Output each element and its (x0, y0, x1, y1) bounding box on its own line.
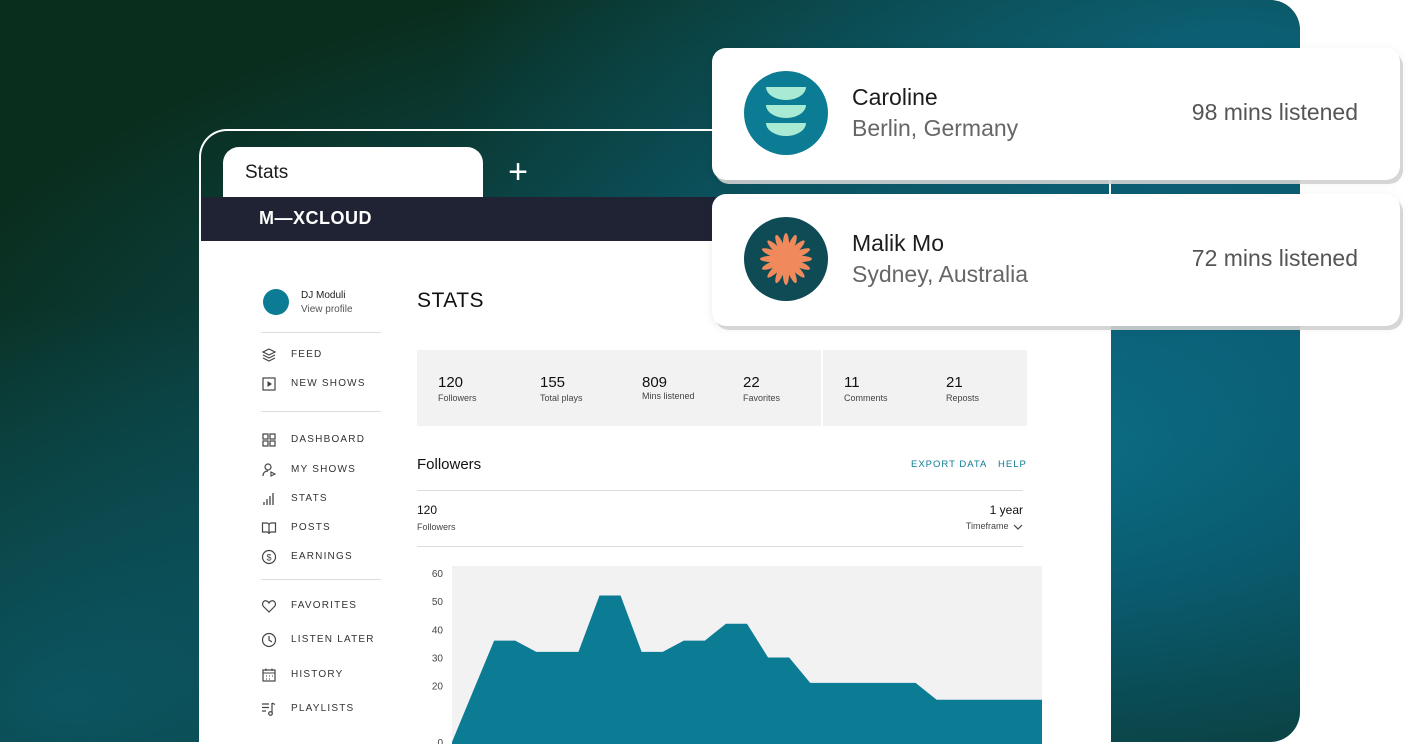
user-play-icon (262, 463, 277, 477)
y-tick-label: 50 (432, 597, 444, 608)
sidebar-item-favorites[interactable]: FAVORITES (261, 598, 391, 614)
new-tab-button[interactable]: + (501, 155, 535, 189)
timeframe-dropdown[interactable]: Timeframe (966, 521, 1023, 531)
sidebar-item-label: POSTS (291, 522, 331, 533)
sidebar-divider (261, 411, 381, 412)
y-tick-label: 60 (432, 569, 444, 580)
sidebar-divider (261, 579, 381, 580)
timeframe-label: Timeframe (965, 521, 1009, 531)
profile-name[interactable]: DJ Moduli (301, 290, 345, 301)
listener-location: Berlin, Germany (852, 115, 1019, 141)
stat-total-plays: 155 Total plays (540, 374, 583, 403)
sidebar-item-posts[interactable]: POSTS (261, 520, 391, 536)
sidebar-item-label: FEED (291, 349, 323, 360)
sidebar-item-label: FAVORITES (291, 600, 358, 611)
dollar-circle-icon: $ (261, 549, 277, 565)
sidebar-item-label: HISTORY (291, 669, 344, 680)
sidebar-item-feed[interactable]: FEED (261, 347, 391, 363)
y-tick-label: 40 (432, 625, 444, 636)
playlist-icon (262, 702, 276, 716)
stat-mins-listened: 809 Mins listened (642, 374, 695, 401)
sidebar-item-label: NEW SHOWS (291, 378, 366, 389)
sidebar-divider (261, 332, 381, 333)
tab-stats[interactable]: Stats (223, 147, 483, 197)
sidebar-item-history[interactable]: HISTORY (261, 667, 391, 683)
sunburst-icon (744, 217, 828, 301)
listener-name: Caroline (852, 84, 938, 110)
followers-area-chart: 60 50 40 30 20 0 (432, 566, 1042, 744)
stat-followers: 120 Followers (438, 374, 477, 403)
sidebar-item-label: MY SHOWS (291, 464, 356, 475)
bar-chart-icon (263, 493, 274, 505)
followers-count-label: Followers (417, 522, 456, 532)
followers-count: 120 (417, 503, 438, 517)
timeframe-value[interactable]: 1 year (990, 503, 1023, 517)
sidebar-item-dashboard[interactable]: DASHBOARD (261, 432, 391, 448)
mixcloud-logo[interactable]: M—XCLOUD (259, 208, 372, 229)
sidebar-item-label: STATS (291, 493, 328, 504)
book-icon (261, 522, 277, 535)
stat-favorites: 22 Favorites (743, 374, 781, 403)
listener-location: Sydney, Australia (852, 261, 1029, 287)
sidebar-item-label: DASHBOARD (291, 434, 366, 445)
svg-text:$: $ (266, 553, 271, 563)
stat-reposts: 21 Reposts (946, 374, 980, 403)
avatar[interactable] (263, 289, 289, 315)
page-title: STATS (417, 289, 485, 312)
section-divider (417, 546, 1023, 547)
chevron-down-icon (1013, 524, 1023, 530)
sidebar-item-playlists[interactable]: PLAYLISTS (261, 701, 391, 717)
help-link[interactable]: HELP (998, 459, 1027, 470)
calendar-icon (262, 668, 276, 682)
sidebar-item-earnings[interactable]: $ EARNINGS (261, 549, 391, 565)
stats-summary: 120 Followers 155 Total plays 809 Mins list… (417, 350, 1027, 426)
y-tick-label: 30 (432, 654, 444, 665)
listener-minutes: 72 mins listened (1191, 245, 1358, 271)
section-divider (417, 490, 1023, 491)
sidebar-item-my-shows[interactable]: MY SHOWS (261, 462, 391, 478)
grid-icon (262, 433, 276, 447)
play-square-icon (262, 377, 276, 391)
stat-comments: 11 Comments (844, 374, 888, 403)
layers-icon (261, 348, 277, 362)
clock-icon (261, 632, 277, 648)
heart-icon (262, 600, 276, 613)
sidebar-item-new-shows[interactable]: NEW SHOWS (261, 376, 391, 392)
sidebar-item-stats[interactable]: STATS (261, 491, 391, 507)
sidebar-item-label: PLAYLISTS (291, 703, 355, 714)
sidebar-item-label: EARNINGS (291, 551, 353, 562)
followers-section-title: Followers (417, 456, 482, 473)
listener-minutes: 98 mins listened (1191, 99, 1358, 125)
view-profile-link[interactable]: View profile (301, 304, 353, 315)
listener-card-caroline[interactable]: Caroline Berlin, Germany 98 mins listene… (712, 48, 1400, 180)
listener-card-malik[interactable]: Malik Mo Sydney, Australia 72 mins liste… (712, 194, 1400, 326)
stats-divider (821, 350, 823, 426)
stacked-bowls-icon (744, 71, 828, 155)
sidebar-item-listen-later[interactable]: LISTEN LATER (261, 632, 391, 648)
y-tick-label: 0 (437, 738, 443, 744)
listener-name: Malik Mo (852, 230, 945, 256)
tab-title: Stats (245, 162, 289, 183)
sidebar-item-label: LISTEN LATER (291, 634, 375, 645)
export-data-link[interactable]: EXPORT DATA (911, 459, 987, 470)
y-tick-label: 20 (432, 682, 444, 693)
